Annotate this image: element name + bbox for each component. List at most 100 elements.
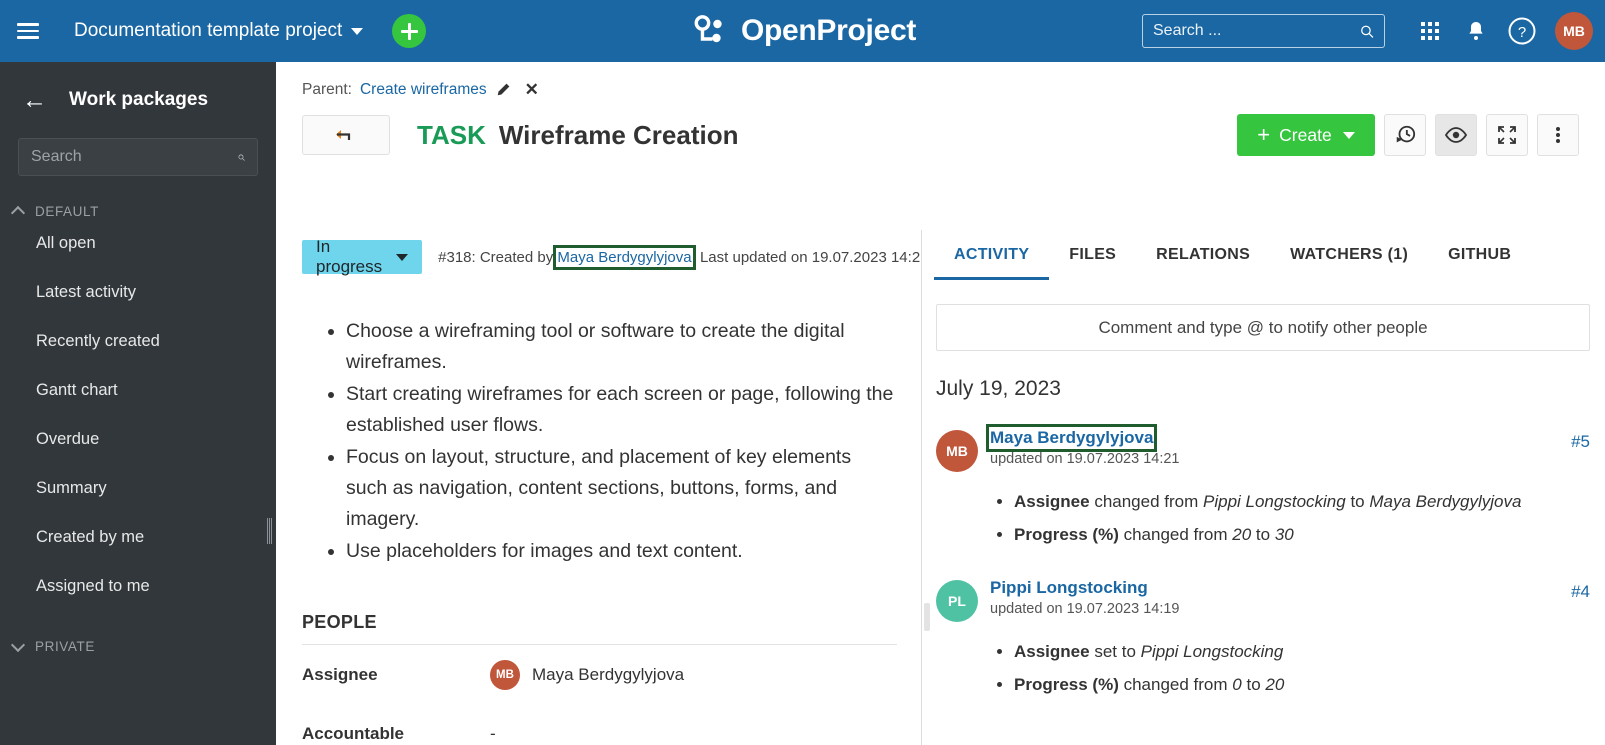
more-options-button[interactable] [1537,114,1579,156]
page-title[interactable]: Wireframe Creation [499,120,739,151]
fullscreen-button[interactable] [1486,114,1528,156]
activity-number[interactable]: #4 [1571,582,1590,602]
activity-number[interactable]: #5 [1571,432,1590,452]
tab-label: FILES [1069,246,1117,263]
modules-button[interactable] [1407,8,1453,54]
notifications-button[interactable] [1453,8,1499,54]
hamburger-menu-icon[interactable] [0,0,56,62]
change-old: 20 [1232,525,1252,544]
description[interactable]: Choose a wireframing tool or software to… [276,274,921,567]
sidebar-search-input[interactable] [31,148,238,166]
arrow-left-icon[interactable]: ← [22,87,47,113]
sidebar-item-label: All open [36,234,96,252]
search-icon[interactable] [238,148,245,167]
pane-resize-handle[interactable] [924,603,930,631]
chevron-down-icon [12,640,25,653]
close-x-icon[interactable]: ✕ [525,80,539,100]
toolbar: + Create [1237,114,1579,156]
field-accountable[interactable]: Accountable - [302,704,897,745]
sidebar-item-all-open[interactable]: All open [0,219,276,268]
activity-user-link[interactable]: Maya Berdygylyjova [985,424,1158,452]
parent-link[interactable]: Create wireframes [360,81,487,99]
list-item: Start creating wireframes for each scree… [346,379,897,441]
tab-label: WATCHERS (1) [1290,246,1409,263]
field-label: Assignee [302,664,378,684]
more-vertical-dots-icon [1556,127,1560,143]
activity-pane: ACTIVITY FILES RELATIONS WATCHERS (1) GI… [922,230,1604,745]
tab-activity[interactable]: ACTIVITY [934,230,1049,280]
sidebar-group-label: DEFAULT [35,204,99,219]
field-value: - [490,724,496,744]
sidebar-item-label: Summary [36,479,107,497]
sidebar-resize-handle[interactable] [267,518,272,544]
brand-logo[interactable]: OpenProject [689,14,916,48]
meta-suffix: . Last updated on 19.07.2023 14:21. [691,248,922,266]
list-item: Focus on layout, structure, and placemen… [346,442,897,535]
sidebar-item-label: Recently created [36,332,160,350]
field-label: Accountable [302,723,405,743]
work-package-header: TASK Wireframe Creation + Create [276,100,1605,156]
sidebar-item-gantt-chart[interactable]: Gantt chart [0,366,276,415]
global-add-button[interactable] [392,14,427,48]
sidebar-search[interactable] [18,138,258,176]
user-avatar[interactable]: MB [1555,12,1593,50]
tab-github[interactable]: GITHUB [1428,230,1531,280]
sidebar-item-latest-activity[interactable]: Latest activity [0,268,276,317]
sidebar-item-recently-created[interactable]: Recently created [0,317,276,366]
sidebar-item-assigned-to-me[interactable]: Assigned to me [0,562,276,611]
sidebar-item-created-by-me[interactable]: Created by me [0,513,276,562]
expand-arrows-icon [1498,126,1516,144]
status-label: In progress [316,237,383,276]
avatar: PL [936,580,978,622]
status-badge[interactable]: In progress [302,237,423,276]
list-item: Use placeholders for images and text con… [346,536,897,567]
status-row: In progress #318: Created by Maya Berdyg… [276,230,922,276]
activity-entry: PL Pippi Longstocking updated on 19.07.2… [936,578,1590,701]
arrow-back-icon [336,130,351,140]
meta-author-link[interactable]: Maya Berdygylyjova [553,244,696,270]
activity-date-group: July 19, 2023 [936,377,1061,400]
change-field: Assignee [1014,642,1090,661]
project-name: Documentation template project [74,20,343,41]
change-action: changed from [1089,492,1203,511]
comment-input[interactable]: Comment and type @ to notify other peopl… [936,304,1590,351]
list-item: Assignee set to Pippi Longstocking [1014,635,1590,668]
tab-relations[interactable]: RELATIONS [1136,230,1270,280]
list-item: Progress (%) changed from 20 to 30 [1014,518,1590,551]
help-button[interactable]: ? [1499,8,1545,54]
tab-watchers[interactable]: WATCHERS (1) [1270,230,1428,280]
field-assignee[interactable]: Assignee MB Maya Berdygylyjova [302,645,897,704]
question-mark-icon: ? [1508,17,1536,45]
activity-user-link[interactable]: Pippi Longstocking [990,578,1148,598]
sidebar-title: Work packages [69,89,209,110]
create-button-label: Create [1279,124,1332,145]
activity-changes: Assignee set to Pippi Longstocking Progr… [992,635,1590,701]
search-input[interactable] [1153,22,1360,40]
field-value: MB Maya Berdygylyjova [490,659,685,690]
pencil-icon[interactable] [495,82,511,98]
search-icon[interactable] [1360,22,1374,41]
watch-button[interactable] [1435,114,1477,156]
chevron-up-icon [12,205,25,218]
change-action: changed from [1118,675,1233,694]
sidebar-item-overdue[interactable]: Overdue [0,415,276,464]
activity-history-button[interactable] [1384,114,1426,156]
main-content: Parent: Create wireframes ✕ TASK Wirefra… [276,62,1605,745]
parent-label: Parent: [302,81,352,98]
accountable-value: - [490,723,496,743]
assignee-name: Maya Berdygylyjova [532,664,685,684]
sidebar-item-label: Created by me [36,528,145,546]
sidebar-item-summary[interactable]: Summary [0,464,276,513]
tab-files[interactable]: FILES [1049,230,1136,280]
sidebar-group-default[interactable]: DEFAULT [0,204,276,219]
sidebar-group-private[interactable]: PRIVATE [0,639,276,654]
grid-apps-icon [1421,22,1439,40]
tab-bar: ACTIVITY FILES RELATIONS WATCHERS (1) GI… [922,230,1604,280]
project-selector[interactable]: Documentation template project [74,20,364,42]
global-search[interactable] [1142,14,1385,48]
back-button[interactable] [302,115,390,155]
sidebar: ← Work packages DEFAULT All open Latest … [0,62,276,745]
create-button[interactable]: + Create [1237,114,1375,156]
people-section-title: PEOPLE [302,612,897,645]
change-new: 30 [1274,525,1294,544]
